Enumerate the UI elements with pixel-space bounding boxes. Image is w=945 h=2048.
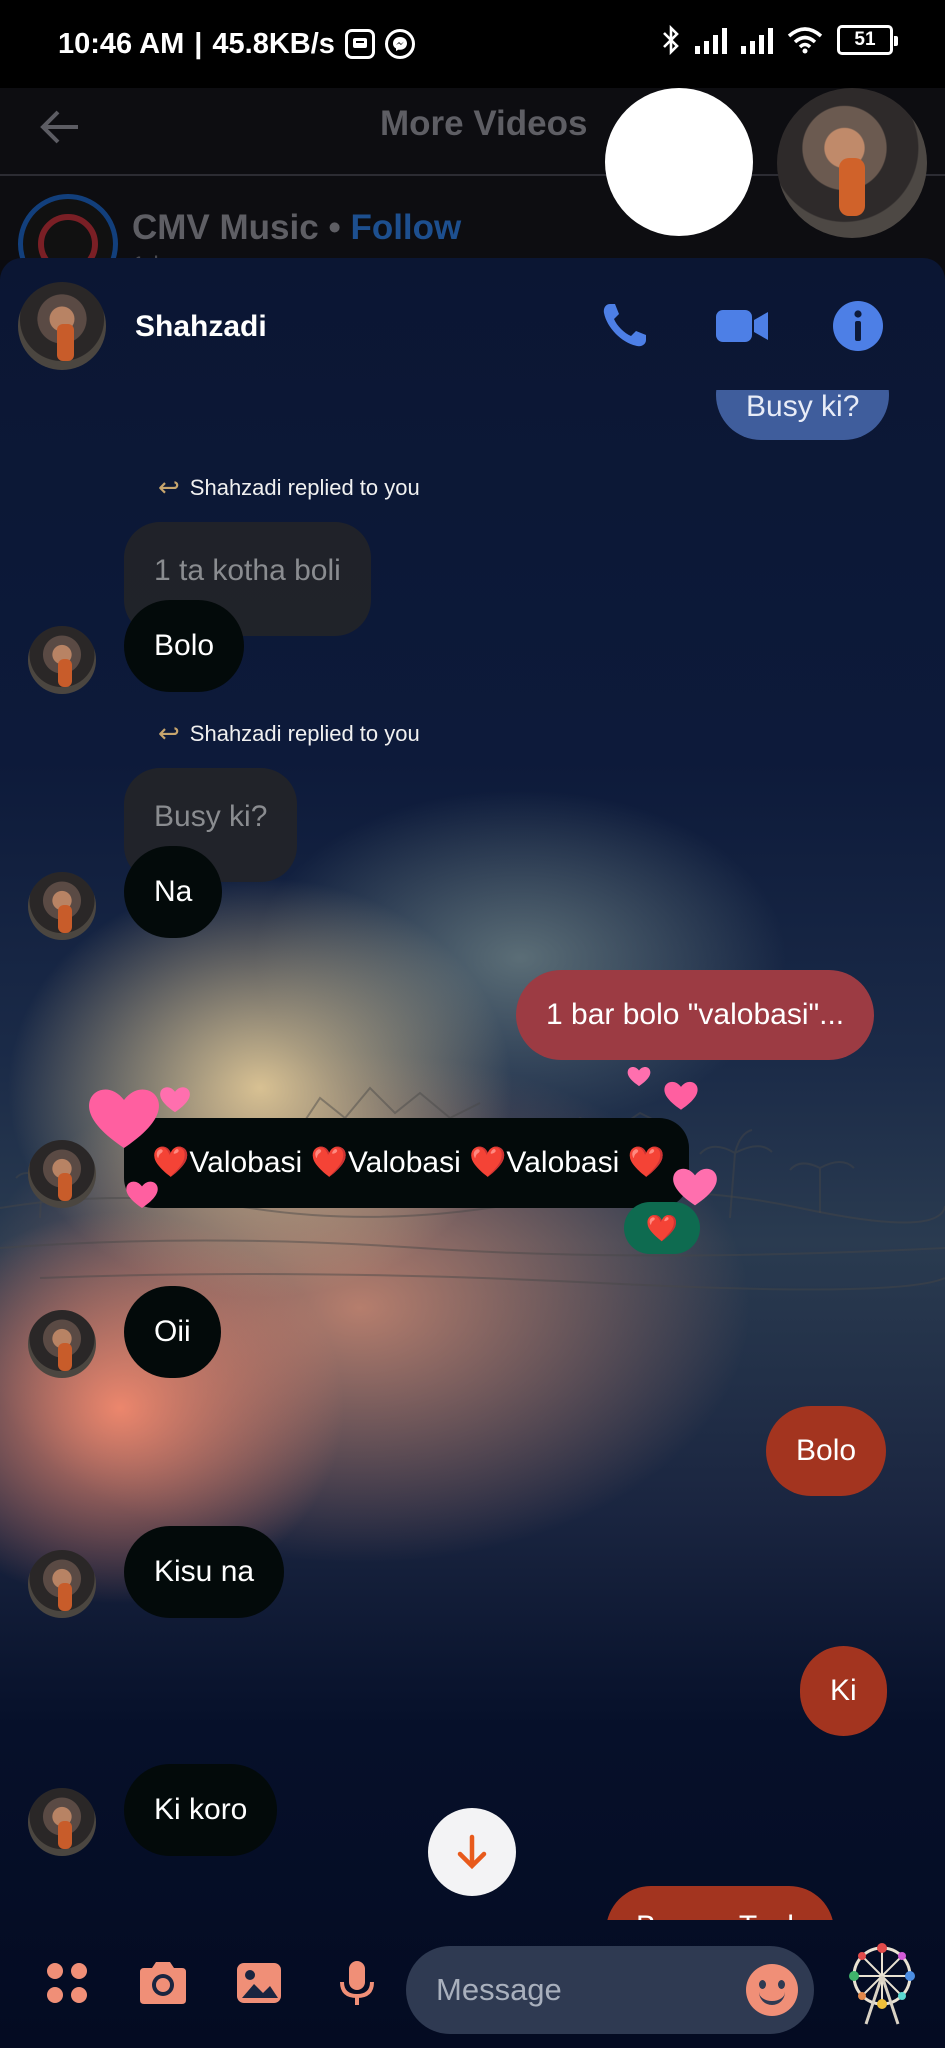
message-bubble-incoming[interactable]: Kisu na	[124, 1526, 285, 1618]
reply-arrow-icon: ↩	[158, 472, 180, 502]
status-right: 51	[661, 24, 898, 56]
contact-name[interactable]: Shahzadi	[135, 310, 267, 344]
status-left: 10:46 AM | 45.8KB/s	[58, 28, 415, 61]
channel-dot: •	[328, 208, 341, 247]
message-notification-icon	[344, 29, 375, 59]
message-text: Ki koro	[154, 1793, 248, 1826]
chat-panel: Shahzadi Busy ki? ↩ Shahzadi replied to …	[0, 258, 945, 2048]
message-text: Busy ki?	[746, 390, 860, 423]
message-bubble-outgoing[interactable]: Ki	[800, 1646, 887, 1736]
chat-head-avatar[interactable]	[777, 88, 927, 238]
message-text: ❤️Valobasi ❤️Valobasi ❤️Valobasi ❤️	[152, 1146, 665, 1179]
status-time: 10:46 AM	[58, 27, 185, 60]
reaction-badge[interactable]: ❤️	[624, 1202, 700, 1254]
microphone-icon[interactable]	[332, 1958, 382, 2008]
message-list[interactable]: Busy ki? ↩ Shahzadi replied to you 1 ta …	[0, 390, 945, 1920]
messenger-notification-icon	[384, 29, 415, 59]
message-text: Ki	[830, 1674, 857, 1707]
message-text: Bolo	[796, 1434, 857, 1467]
apps-icon[interactable]	[42, 1958, 92, 2008]
scroll-to-bottom-button[interactable]	[428, 1808, 516, 1896]
quoted-text: 1 ta kotha boli	[154, 554, 341, 587]
sender-avatar[interactable]	[28, 1310, 96, 1378]
message-text: Kisu na	[154, 1555, 255, 1588]
reply-note-text: Shahzadi replied to you	[189, 474, 420, 500]
reply-note: ↩ Shahzadi replied to you	[158, 472, 420, 503]
arrow-down-icon	[457, 1834, 487, 1870]
back-arrow-icon[interactable]	[38, 104, 82, 159]
sender-avatar[interactable]	[28, 1788, 96, 1856]
heart-effect-icon	[664, 1081, 698, 1110]
network-speed: 45.8KB/s	[212, 27, 335, 60]
emoji-icon[interactable]	[746, 1964, 798, 2016]
message-composer	[0, 1918, 945, 2048]
background-page-title: More Videos	[380, 104, 588, 143]
info-icon[interactable]	[830, 298, 886, 354]
ferris-wheel-sticker-icon[interactable]	[846, 1942, 918, 2028]
heart-effect-icon	[89, 1089, 159, 1148]
reaction-heart: ❤️	[645, 1212, 679, 1243]
heart-effect-icon	[160, 1087, 190, 1113]
sender-avatar[interactable]	[28, 626, 96, 694]
heart-effect-icon	[126, 1181, 158, 1208]
video-call-icon[interactable]	[714, 298, 770, 354]
camera-icon[interactable]	[136, 1958, 190, 2008]
contact-avatar[interactable]	[18, 282, 106, 370]
sender-avatar[interactable]	[28, 872, 96, 940]
status-bar: 10:46 AM | 45.8KB/s 51	[0, 0, 945, 88]
message-text: 1 bar bolo "valobasi"...	[546, 998, 845, 1031]
channel-name[interactable]: CMV Music	[132, 208, 319, 247]
reply-note-text: Shahzadi replied to you	[189, 720, 420, 746]
message-bubble-incoming[interactable]: Bolo	[124, 600, 245, 692]
reply-arrow-icon: ↩	[158, 718, 180, 748]
message-text: Bolo	[154, 629, 215, 662]
message-text: Na	[154, 875, 193, 908]
sender-avatar[interactable]	[28, 1550, 96, 1618]
message-bubble-outgoing[interactable]: Bolo	[766, 1406, 887, 1496]
bluetooth-icon	[663, 24, 679, 56]
battery-indicator: 51	[837, 25, 898, 55]
chat-header: Shahzadi	[0, 258, 945, 390]
status-separator: |	[194, 27, 203, 60]
message-bubble-incoming[interactable]: Ki koro	[124, 1764, 278, 1856]
message-bubble-incoming[interactable]: ❤️Valobasi ❤️Valobasi ❤️Valobasi ❤️	[124, 1118, 689, 1208]
chat-head-blank[interactable]	[605, 88, 753, 236]
follow-button[interactable]: Follow	[350, 208, 461, 247]
gallery-icon[interactable]	[234, 1958, 284, 2008]
message-bubble-outgoing[interactable]: Ba nan Tanh	[606, 1886, 834, 1920]
heart-effect-icon	[627, 1067, 651, 1087]
wifi-icon	[787, 27, 823, 54]
message-bubble-incoming[interactable]: Na	[124, 846, 223, 938]
message-bubble-outgoing[interactable]: Busy ki?	[716, 390, 890, 440]
message-bubble-incoming[interactable]: Oii	[124, 1286, 221, 1378]
quoted-text: Busy ki?	[154, 800, 268, 833]
reply-note: ↩ Shahzadi replied to you	[158, 718, 420, 749]
phone-call-icon[interactable]	[596, 298, 652, 354]
message-bubble-outgoing[interactable]: 1 bar bolo "valobasi"...	[516, 970, 875, 1060]
signal-icon-2	[741, 26, 773, 54]
message-text: Oii	[154, 1315, 191, 1348]
signal-icon	[695, 26, 727, 54]
channel-line: CMV Music • Follow	[132, 208, 461, 248]
